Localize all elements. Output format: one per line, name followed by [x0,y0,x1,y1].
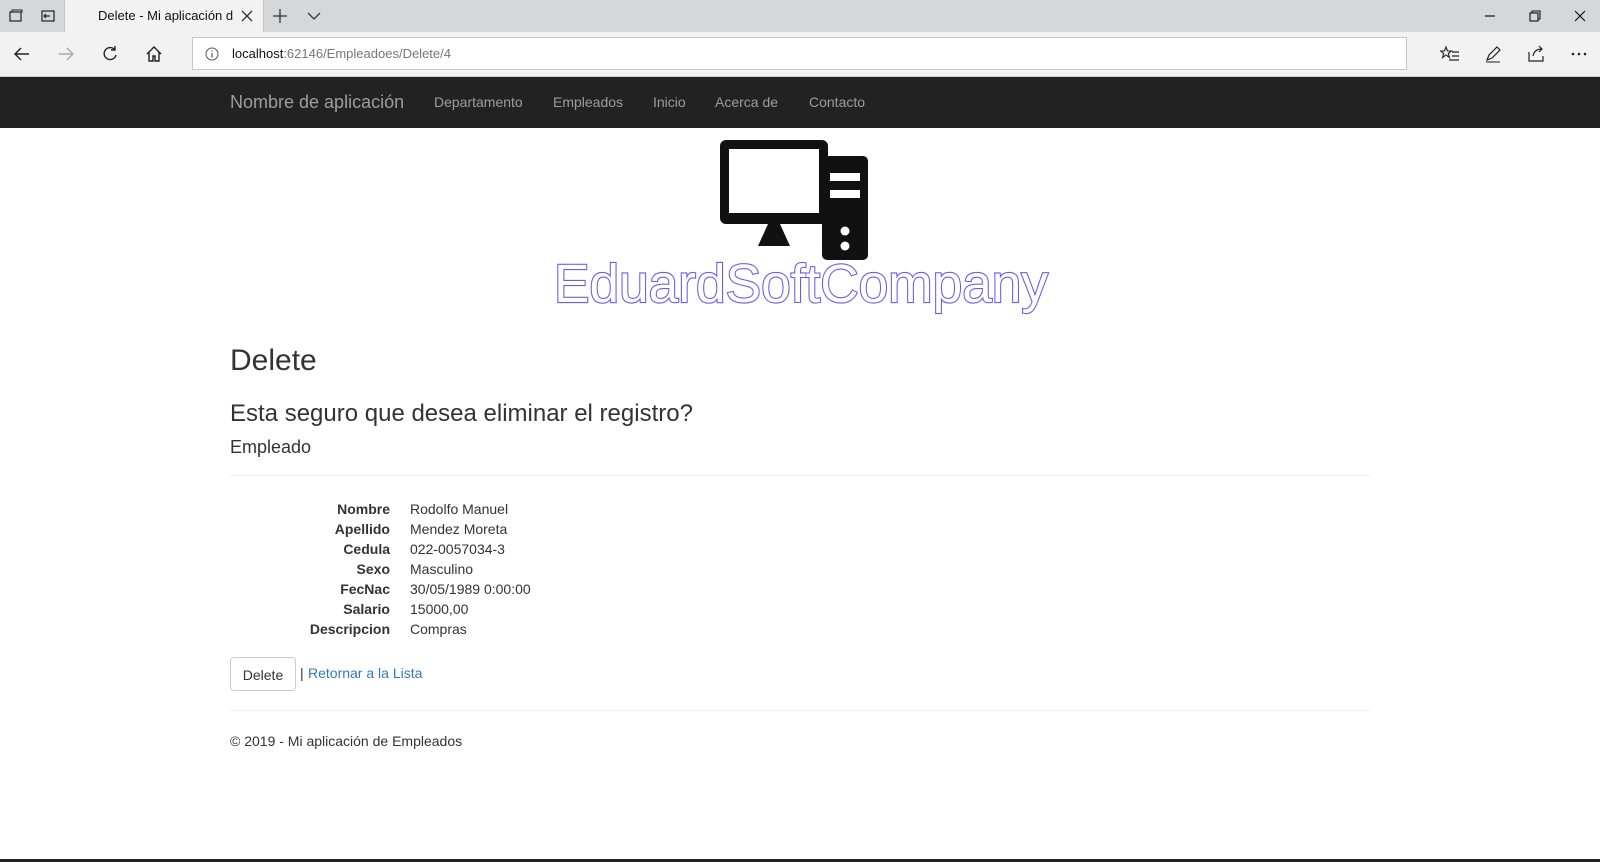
field-value-fecnac: 30/05/1989 0:00:00 [410,581,531,597]
footer-divider [230,710,1370,711]
field-label-nombre: Nombre [337,501,390,517]
field-value-nombre: Rodolfo Manuel [410,501,509,517]
field-value-sexo: Masculino [410,561,474,577]
site-navbar: Nombre de aplicación Departamento Emplea… [0,77,1600,128]
field-label-salario: Salario [343,601,390,617]
page-title: Delete [230,344,317,377]
brand-link[interactable]: Nombre de aplicación [230,92,404,113]
company-logo-text: EduardSoftCompany [553,254,1049,315]
entity-heading: Empleado [230,437,312,457]
field-label-sexo: Sexo [356,561,390,577]
share-icon[interactable] [1526,44,1546,64]
restore-icon[interactable] [1527,8,1543,24]
field-label-apellido: Apellido [334,521,390,537]
field-value-descripcion: Compras [410,621,467,637]
field-label-cedula: Cedula [343,541,390,557]
footer-text: © 2019 - Mi aplicación de Empleados [230,733,463,749]
nav-link-empleados[interactable]: Empleados [553,94,623,110]
forward-arrow-icon[interactable] [56,44,76,64]
pen-icon[interactable] [1483,44,1503,64]
url-host: localhost [232,46,284,61]
tab-actions-icon[interactable] [6,6,26,26]
field-value-cedula: 022-0057034-3 [410,541,505,557]
confirm-question: Esta seguro que desea eliminar el regist… [230,400,693,427]
address-bar[interactable]: localhost:62146/Empleadoes/Delete/4 [192,37,1407,70]
close-tab-icon[interactable] [239,8,255,24]
computer-logo-icon [720,140,868,260]
set-tabs-aside-icon[interactable] [38,6,58,26]
nav-link-contacto[interactable]: Contacto [809,94,865,110]
back-arrow-icon[interactable] [12,44,32,64]
close-window-icon[interactable] [1572,8,1588,24]
home-icon[interactable] [144,44,164,64]
nav-link-departamento[interactable]: Departamento [434,94,523,110]
divider [230,475,1370,476]
more-icon[interactable] [1569,44,1589,64]
company-logo-label: EduardSoftCompany [554,254,1048,314]
minimize-icon[interactable] [1482,8,1498,24]
active-tab[interactable]: Delete - Mi aplicación d [64,0,264,32]
browser-toolbar: localhost:62146/Empleadoes/Delete/4 [0,32,1600,77]
tab-title: Delete - Mi aplicación d [98,8,234,23]
url-text: localhost:62146/Empleadoes/Delete/4 [232,46,451,61]
field-label-fecnac: FecNac [340,581,390,597]
link-separator: | [300,665,304,681]
info-icon[interactable] [205,47,219,61]
back-to-list-link[interactable]: Retornar a la Lista [308,665,422,681]
field-label-descripcion: Descripcion [309,621,390,637]
chevron-down-icon[interactable] [306,8,322,24]
favorites-icon[interactable] [1438,44,1460,64]
nav-link-acerca-de[interactable]: Acerca de [715,94,778,110]
nav-link-inicio[interactable]: Inicio [653,94,686,110]
field-value-apellido: Mendez Moreta [410,521,508,537]
delete-button[interactable]: Delete [230,657,296,691]
refresh-icon[interactable] [100,44,120,64]
url-path: :62146/Empleadoes/Delete/4 [283,46,451,61]
new-tab-icon[interactable] [272,8,288,24]
browser-tab-strip: Delete - Mi aplicación d [0,0,1600,32]
field-value-salario: 15000,00 [410,601,469,617]
